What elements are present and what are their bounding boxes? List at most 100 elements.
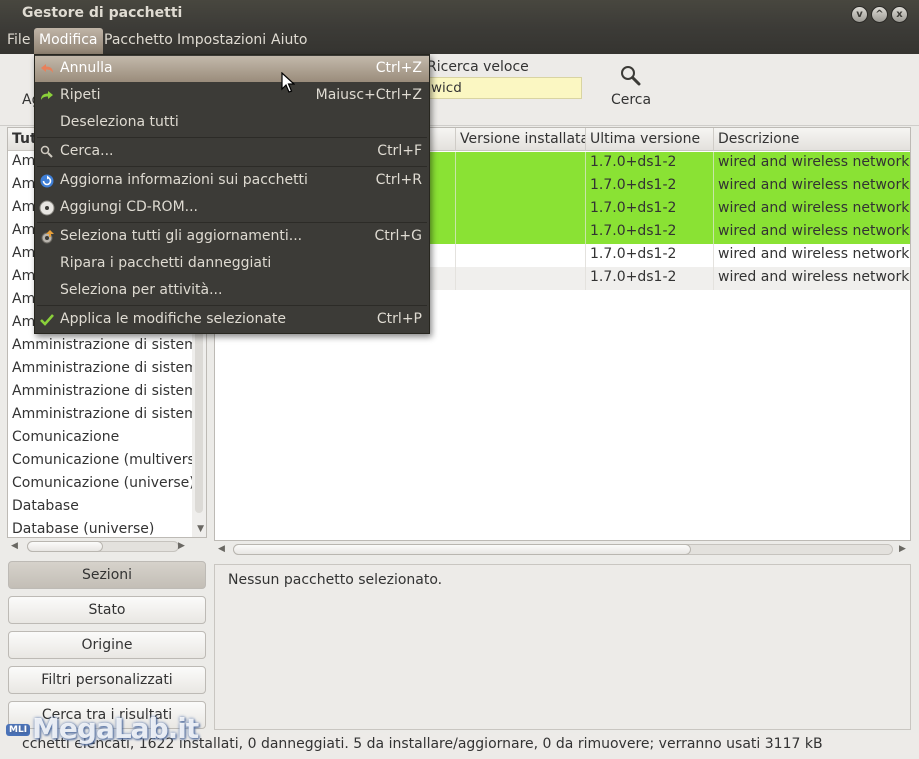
section-list-item[interactable]: Amministrazione di sistema <box>8 335 192 358</box>
menu-item-label: Seleziona per attività... <box>60 282 223 298</box>
menu-item-label: Ripeti <box>60 87 101 103</box>
package-details-pane: Nessun pacchetto selezionato. <box>214 564 911 730</box>
menu-item-label: Ripara i pacchetti danneggiati <box>60 255 272 271</box>
menu-modifica[interactable]: Modifica <box>34 28 103 54</box>
menu-item[interactable]: Deseleziona tutti <box>35 110 429 136</box>
latest-version-cell: 1.7.0+ds1-2 <box>586 221 714 244</box>
menu-item[interactable]: Applica le modifiche selezionate Ctrl+P <box>35 307 429 333</box>
menu-separator <box>37 166 427 167</box>
refresh-icon <box>39 173 55 189</box>
undo-icon <box>39 61 55 77</box>
menu-item[interactable]: Ripara i pacchetti danneggiati <box>35 251 429 277</box>
menu-aiuto[interactable]: Aiuto <box>266 28 312 54</box>
details-message: Nessun pacchetto selezionato. <box>228 572 443 588</box>
menu-item-shortcut: Maiusc+Ctrl+Z <box>315 87 422 103</box>
installed-version-cell <box>456 198 586 221</box>
menu-item[interactable]: Annulla Ctrl+Z <box>35 56 429 82</box>
menu-separator <box>37 222 427 223</box>
menu-item-label: Applica le modifiche selezionate <box>60 311 287 327</box>
menu-impostazioni[interactable]: Impostazioni <box>172 28 271 54</box>
section-list-item[interactable]: Amministrazione di sistema <box>8 358 192 381</box>
watermark-badge: MLI <box>6 724 31 736</box>
section-list-item[interactable]: Comunicazione (multiverse) <box>8 450 192 473</box>
menu-item[interactable]: Seleziona per attività... <box>35 278 429 304</box>
scrollbar-thumb[interactable] <box>233 544 691 555</box>
maximize-button[interactable]: ^ <box>871 6 888 23</box>
quick-search-input[interactable] <box>424 77 582 99</box>
menu-bar: File Modifica Pacchetto Impostazioni Aiu… <box>0 28 919 54</box>
latest-version-cell: 1.7.0+ds1-2 <box>586 175 714 198</box>
menu-item-shortcut: Ctrl+F <box>377 143 422 159</box>
menu-pacchetto[interactable]: Pacchetto <box>99 28 178 54</box>
column-header-description[interactable]: Descrizione <box>714 128 910 151</box>
installed-version-cell <box>456 244 586 267</box>
scroll-right-arrow-icon[interactable]: ▶ <box>899 544 906 554</box>
menu-item-shortcut: Ctrl+Z <box>375 60 422 76</box>
menu-item[interactable]: Aggiungi CD-ROM... <box>35 195 429 221</box>
section-list-item[interactable]: Database (universe) <box>8 519 192 537</box>
menu-separator <box>37 137 427 138</box>
redo-icon <box>39 88 55 104</box>
menu-item[interactable]: Cerca... Ctrl+F <box>35 139 429 165</box>
menu-file[interactable]: File <box>2 28 35 54</box>
upgrade-icon <box>39 229 55 245</box>
column-header-latest-version[interactable]: Ultima versione <box>586 128 714 151</box>
menu-item-label: Annulla <box>60 60 113 76</box>
scroll-down-arrow-icon[interactable]: ▼ <box>197 524 204 534</box>
window-title: Gestore di pacchetti <box>22 5 183 21</box>
menu-item-label: Cerca... <box>60 143 114 159</box>
installed-version-cell <box>456 221 586 244</box>
title-bar: Gestore di pacchetti v ^ x <box>0 0 919 28</box>
menu-item[interactable]: Aggiorna informazioni sui pacchetti Ctrl+… <box>35 168 429 194</box>
mouse-cursor-icon <box>281 72 295 93</box>
scroll-right-arrow-icon[interactable]: ▶ <box>178 541 185 551</box>
quick-search-label: Ricerca veloce <box>427 59 529 75</box>
section-list-item[interactable]: Amministrazione di sistema <box>8 404 192 427</box>
section-list-item[interactable]: Database <box>8 496 192 519</box>
sections-filter-button[interactable]: Sezioni <box>8 561 206 589</box>
status-filter-button[interactable]: Stato <box>8 596 206 624</box>
scroll-left-arrow-icon[interactable]: ◀ <box>218 544 225 554</box>
scrollbar-thumb[interactable] <box>27 541 103 552</box>
latest-version-cell: 1.7.0+ds1-2 <box>586 244 714 267</box>
custom-filters-button[interactable]: Filtri personalizzati <box>8 666 206 694</box>
installed-version-cell <box>456 152 586 175</box>
menu-separator <box>37 305 427 306</box>
description-cell: wired and wireless network m <box>714 244 910 267</box>
description-cell: wired and wireless network m <box>714 267 910 290</box>
edit-menu-dropdown: Annulla Ctrl+Z Ripeti Maiusc+Ctrl+Z Deselezi… <box>34 54 430 334</box>
section-list-item[interactable]: Comunicazione <box>8 427 192 450</box>
menu-item-label: Seleziona tutti gli aggiornamenti... <box>60 228 303 244</box>
menu-item[interactable]: Seleziona tutti gli aggiornamenti... Ctrl… <box>35 224 429 250</box>
description-cell: wired and wireless network m <box>714 198 910 221</box>
latest-version-cell: 1.7.0+ds1-2 <box>586 198 714 221</box>
description-cell: wired and wireless network m <box>714 152 910 175</box>
menu-item-label: Deseleziona tutti <box>60 114 179 130</box>
cdrom-icon <box>39 200 55 216</box>
origin-filter-button[interactable]: Origine <box>8 631 206 659</box>
menu-item-label: Aggiungi CD-ROM... <box>60 199 198 215</box>
section-list-item[interactable]: Comunicazione (universe) <box>8 473 192 496</box>
check-icon <box>39 312 55 328</box>
minimize-button[interactable]: v <box>851 6 868 23</box>
watermark-text: MegaLab.it <box>32 712 199 745</box>
package-horizontal-scrollbar[interactable]: ◀ ▶ <box>214 541 911 559</box>
latest-version-cell: 1.7.0+ds1-2 <box>586 152 714 175</box>
scroll-left-arrow-icon[interactable]: ◀ <box>11 541 18 551</box>
search-button[interactable]: Cerca <box>604 62 658 114</box>
sections-horizontal-scrollbar[interactable]: ◀ ▶ <box>7 538 207 554</box>
description-cell: wired and wireless network m <box>714 221 910 244</box>
column-header-installed-version[interactable]: Versione installata <box>456 128 586 151</box>
installed-version-cell <box>456 175 586 198</box>
close-button[interactable]: x <box>891 6 908 23</box>
search-button-label: Cerca <box>610 92 652 108</box>
installed-version-cell <box>456 267 586 290</box>
section-list-item[interactable]: Amministrazione di sistema <box>8 381 192 404</box>
menu-item-label: Aggiorna informazioni sui pacchetti <box>60 172 308 188</box>
menu-item-shortcut: Ctrl+R <box>375 172 422 188</box>
menu-item[interactable]: Ripeti Maiusc+Ctrl+Z <box>35 83 429 109</box>
search-icon <box>39 144 55 160</box>
search-icon <box>621 66 641 86</box>
menu-item-shortcut: Ctrl+G <box>374 228 423 244</box>
description-cell: wired and wireless network m <box>714 175 910 198</box>
